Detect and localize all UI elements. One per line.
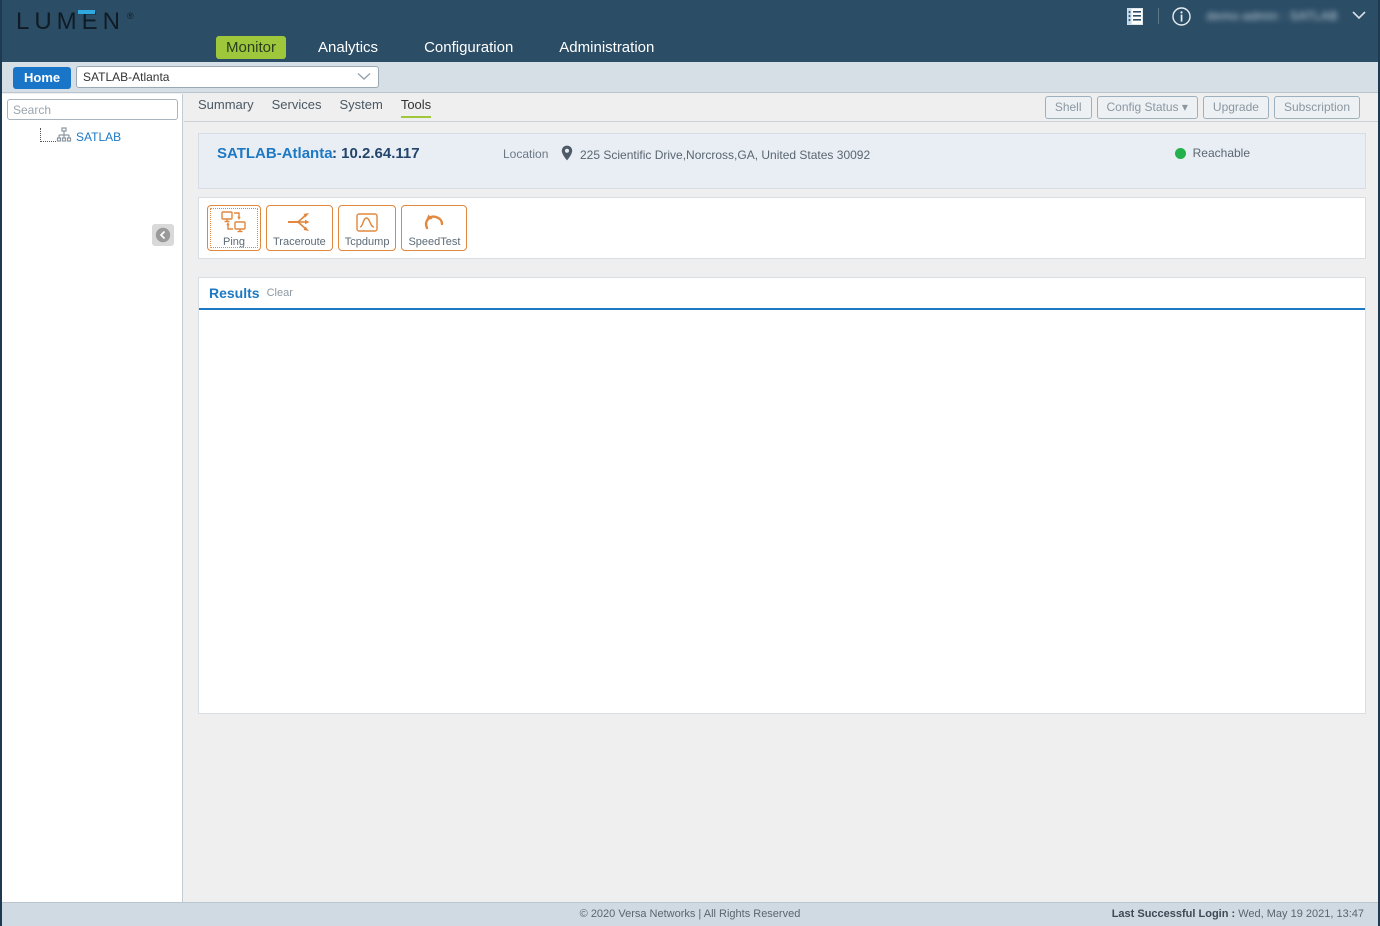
sidebar-item-satlab[interactable]: SATLAB [76, 128, 121, 146]
collapse-left-icon[interactable] [152, 224, 174, 246]
ping-icon [221, 210, 247, 234]
logo-accent-bar [78, 10, 95, 14]
search-input[interactable] [7, 99, 178, 120]
nav-item-configuration[interactable]: Configuration [412, 36, 525, 59]
results-title: Results [209, 285, 260, 301]
status-badge: Reachable [1175, 146, 1250, 160]
traceroute-icon [286, 210, 312, 234]
ping-label: Ping [223, 236, 245, 248]
device-selector-value: SATLAB-Atlanta [83, 70, 169, 84]
home-button[interactable]: Home [13, 67, 71, 89]
chevron-down-icon[interactable] [1352, 7, 1366, 25]
location-label: Location [503, 147, 548, 161]
top-right-controls: demo-admin : SATLAB [1120, 0, 1370, 32]
results-header: Results Clear [199, 278, 1365, 310]
shell-button[interactable]: Shell [1045, 96, 1092, 119]
main-content: Summary Services System Tools Shell Conf… [184, 94, 1378, 902]
tcpdump-label: Tcpdump [345, 236, 390, 248]
logo-trademark: ® [127, 10, 134, 22]
user-account-label[interactable]: demo-admin : SATLAB [1207, 9, 1338, 23]
ping-button[interactable]: Ping [207, 205, 261, 251]
traceroute-button[interactable]: Traceroute [266, 205, 333, 251]
tab-underline [184, 121, 1378, 122]
lumen-logo[interactable]: LUMEN ® [16, 10, 134, 34]
upgrade-button[interactable]: Upgrade [1203, 96, 1269, 119]
breadcrumb-bar: Home SATLAB-Atlanta [2, 62, 1378, 93]
tab-services[interactable]: Services [272, 94, 322, 118]
nav-item-analytics[interactable]: Analytics [306, 36, 390, 59]
tools-panel: Ping Traceroute [198, 197, 1366, 259]
status-label: Reachable [1193, 146, 1250, 160]
nav-item-monitor[interactable]: Monitor [216, 36, 286, 59]
last-login-label: Last Successful Login : [1112, 908, 1235, 920]
tab-summary[interactable]: Summary [198, 94, 254, 118]
last-login-info: Last Successful Login : Wed, May 19 2021… [1112, 908, 1364, 920]
device-ip: : 10.2.64.117 [332, 145, 420, 162]
caret-down-icon: ▾ [1179, 100, 1188, 114]
results-output[interactable] [199, 312, 1365, 713]
footer-bar: © 2020 Versa Networks | All Rights Reser… [2, 902, 1378, 926]
chevron-down-icon [356, 70, 372, 84]
tree-connector [40, 128, 56, 142]
status-dot-icon [1175, 148, 1186, 159]
info-icon[interactable] [1167, 1, 1197, 31]
device-selector-dropdown[interactable]: SATLAB-Atlanta [76, 66, 379, 88]
map-pin-icon [561, 145, 573, 166]
results-panel: Results Clear [198, 277, 1366, 714]
tab-tools[interactable]: Tools [401, 94, 431, 118]
device-name[interactable]: SATLAB-Atlanta [217, 145, 333, 162]
report-icon[interactable] [1120, 1, 1150, 31]
device-info-panel: SATLAB-Atlanta : 10.2.64.117 Location 22… [198, 133, 1366, 189]
top-navigation-bar: LUMEN ® Monitor Analytics Configuration … [2, 0, 1378, 62]
config-status-label: Config Status [1107, 100, 1179, 114]
clear-results-button[interactable]: Clear [267, 287, 293, 299]
tab-system[interactable]: System [339, 94, 382, 118]
left-sidebar: SATLAB [2, 94, 183, 902]
tcpdump-icon [355, 210, 379, 234]
subscription-button[interactable]: Subscription [1274, 96, 1360, 119]
speedtest-label: SpeedTest [408, 236, 460, 248]
location-value: 225 Scientific Drive,Norcross,GA, United… [580, 146, 880, 164]
application-window: LUMEN ® Monitor Analytics Configuration … [0, 0, 1380, 926]
tool-button-group: Ping Traceroute [207, 205, 467, 251]
tcpdump-button[interactable]: Tcpdump [338, 205, 397, 251]
traceroute-label: Traceroute [273, 236, 326, 248]
nav-item-administration[interactable]: Administration [547, 36, 666, 59]
last-login-value: Wed, May 19 2021, 13:47 [1235, 908, 1364, 920]
device-action-buttons: Shell Config Status ▾ Upgrade Subscripti… [1045, 96, 1360, 119]
main-menu: Monitor Analytics Configuration Administ… [216, 36, 688, 59]
logo-text: LUMEN [16, 10, 125, 34]
speedtest-button[interactable]: SpeedTest [401, 205, 467, 251]
config-status-button[interactable]: Config Status ▾ [1097, 96, 1198, 119]
divider [1158, 8, 1159, 24]
speedtest-icon [421, 210, 447, 234]
org-node-icon [56, 127, 72, 148]
